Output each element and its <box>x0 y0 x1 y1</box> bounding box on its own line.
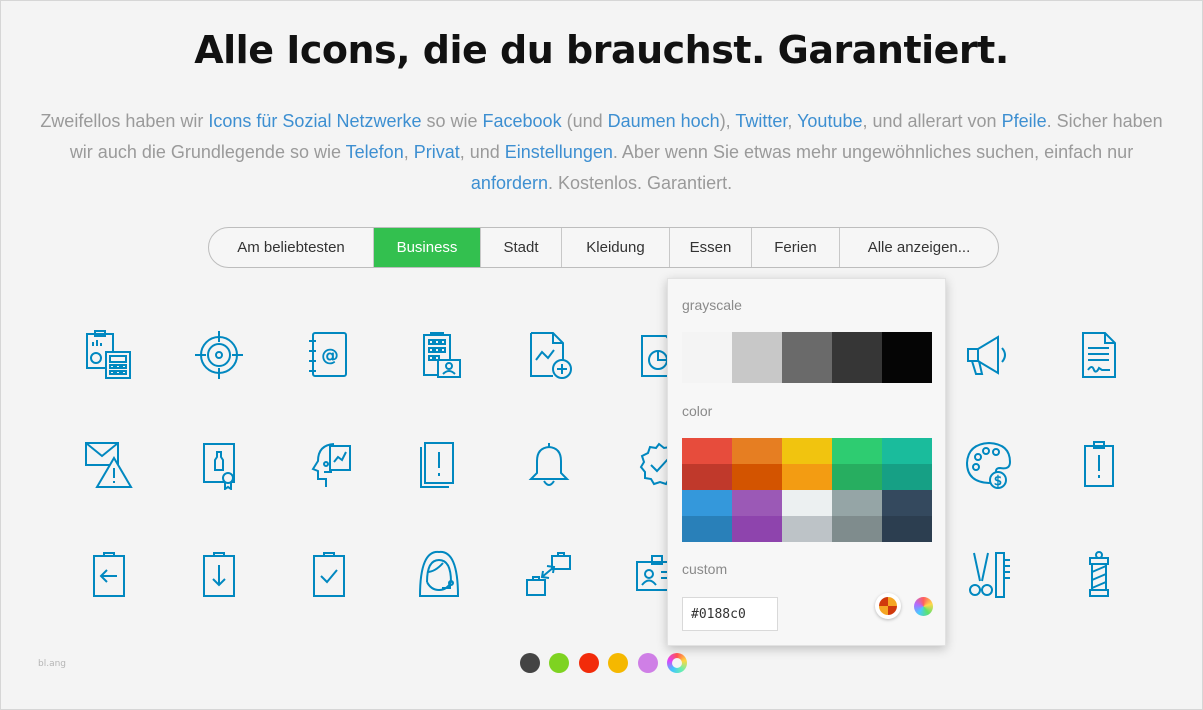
signed-contract-icon[interactable] <box>1074 330 1124 380</box>
color-dot-2[interactable] <box>579 653 599 673</box>
grayscale-swatch-4[interactable] <box>882 332 932 383</box>
custom-color-input[interactable] <box>682 597 778 631</box>
intro-text: , <box>403 142 414 162</box>
color-swatch-3[interactable] <box>832 438 882 464</box>
intro-paragraph: Zweifellos haben wir Icons für Sozial Ne… <box>30 106 1173 199</box>
award-certificate-icon[interactable] <box>194 440 244 490</box>
corner-watermark: bl.ang <box>38 659 67 669</box>
grayscale-label: grayscale <box>682 297 742 313</box>
color-dot-4[interactable] <box>638 653 658 673</box>
intro-text: so wie <box>421 111 483 131</box>
document-chart-add-icon[interactable] <box>524 330 574 380</box>
intro-text: , und allerart von <box>862 111 1002 131</box>
custom-color-preview-button[interactable] <box>875 593 901 619</box>
intro-text: . Aber wenn Sie etwas mehr ungewöhnliche… <box>612 142 1134 162</box>
color-swatch-19[interactable] <box>882 516 932 542</box>
megaphone-icon[interactable] <box>964 330 1014 380</box>
grayscale-swatch-0[interactable] <box>682 332 732 383</box>
color-wheel-icon <box>879 597 897 615</box>
color-swatch-8[interactable] <box>832 464 882 490</box>
tab-alle-anzeigen[interactable]: Alle anzeigen... <box>840 228 998 267</box>
grayscale-swatch-1[interactable] <box>732 332 782 383</box>
grayscale-swatch-3[interactable] <box>832 332 882 383</box>
intro-text: ), <box>719 111 736 131</box>
briefcase-transfer-icon[interactable] <box>524 550 574 600</box>
mail-warning-icon[interactable] <box>84 440 134 490</box>
link-settings[interactable]: Einstellungen <box>505 142 613 162</box>
color-swatch-2[interactable] <box>782 438 832 464</box>
color-swatch-15[interactable] <box>682 516 732 542</box>
intro-text: Zweifellos haben wir <box>40 111 209 131</box>
report-calculator-icon[interactable] <box>84 330 134 380</box>
address-book-icon[interactable]: @ <box>304 330 354 380</box>
intro-text: , <box>787 111 798 131</box>
color-swatch-14[interactable] <box>882 490 932 516</box>
tab-kleidung[interactable]: Kleidung <box>562 228 670 267</box>
tab-business[interactable]: Business <box>374 228 481 267</box>
tab-ferien[interactable]: Ferien <box>752 228 840 267</box>
color-swatch-0[interactable] <box>682 438 732 464</box>
link-youtube[interactable]: Youtube <box>797 111 862 131</box>
link-facebook[interactable]: Facebook <box>483 111 562 131</box>
important-notice-icon[interactable] <box>414 440 464 490</box>
intro-text: , und <box>459 142 505 162</box>
color-swatch-9[interactable] <box>882 464 932 490</box>
color-dot-1[interactable] <box>549 653 569 673</box>
color-swatch-16[interactable] <box>732 516 782 542</box>
color-label: color <box>682 403 713 419</box>
grayscale-swatch-2[interactable] <box>782 332 832 383</box>
color-swatch-10[interactable] <box>682 490 732 516</box>
multicolor-dot-center <box>672 658 682 668</box>
link-arrows[interactable]: Pfeile <box>1002 111 1047 131</box>
spectrum-picker-icon[interactable] <box>914 597 933 616</box>
link-twitter[interactable]: Twitter <box>735 111 787 131</box>
grayscale-swatches <box>682 332 932 383</box>
color-swatches <box>682 438 932 542</box>
color-swatch-6[interactable] <box>732 464 782 490</box>
page-title: Alle Icons, die du brauchst. Garantiert. <box>194 28 1009 72</box>
color-swatch-18[interactable] <box>832 516 882 542</box>
clipboard-check-icon[interactable] <box>304 550 354 600</box>
tab-stadt[interactable]: Stadt <box>481 228 562 267</box>
color-swatch-5[interactable] <box>682 464 732 490</box>
color-dot-0[interactable] <box>520 653 540 673</box>
link-social-icons[interactable]: Icons für Sozial Netzwerke <box>208 111 421 131</box>
color-dot-3[interactable] <box>608 653 628 673</box>
office-building-icon[interactable] <box>414 330 464 380</box>
link-thumbs-up[interactable]: Daumen hoch <box>608 111 720 131</box>
bell-icon[interactable] <box>524 440 574 490</box>
clipboard-download-icon[interactable] <box>194 550 244 600</box>
palette-money-icon[interactable]: $ <box>964 440 1014 490</box>
color-swatch-7[interactable] <box>782 464 832 490</box>
color-swatch-11[interactable] <box>732 490 782 516</box>
color-picker-panel: grayscale color custom <box>667 278 946 646</box>
support-agent-icon[interactable] <box>414 550 464 600</box>
intro-text: . Kostenlos. Garantiert. <box>547 173 733 193</box>
clipboard-alert-icon[interactable] <box>1074 440 1124 490</box>
head-idea-icon[interactable] <box>304 440 354 490</box>
tab-am-beliebtesten[interactable]: Am beliebtesten <box>209 228 374 267</box>
link-private[interactable]: Privat <box>414 142 460 162</box>
barber-pole-icon[interactable] <box>1074 550 1124 600</box>
custom-label: custom <box>682 561 728 577</box>
color-swatch-1[interactable] <box>732 438 782 464</box>
color-dot-custom[interactable] <box>667 653 687 673</box>
svg-text:@: @ <box>322 346 339 366</box>
link-phone[interactable]: Telefon <box>346 142 404 162</box>
color-swatch-13[interactable] <box>832 490 882 516</box>
svg-text:$: $ <box>994 474 1002 489</box>
color-swatch-4[interactable] <box>882 438 932 464</box>
category-tabs: Am beliebtesten Business Stadt Kleidung … <box>208 227 999 268</box>
color-swatch-17[interactable] <box>782 516 832 542</box>
link-request[interactable]: anfordern <box>471 173 548 193</box>
barber-tools-icon[interactable] <box>964 550 1014 600</box>
target-icon[interactable] <box>194 330 244 380</box>
clipboard-back-icon[interactable] <box>84 550 134 600</box>
tab-essen[interactable]: Essen <box>670 228 752 267</box>
intro-text: (und <box>561 111 608 131</box>
color-swatch-12[interactable] <box>782 490 832 516</box>
